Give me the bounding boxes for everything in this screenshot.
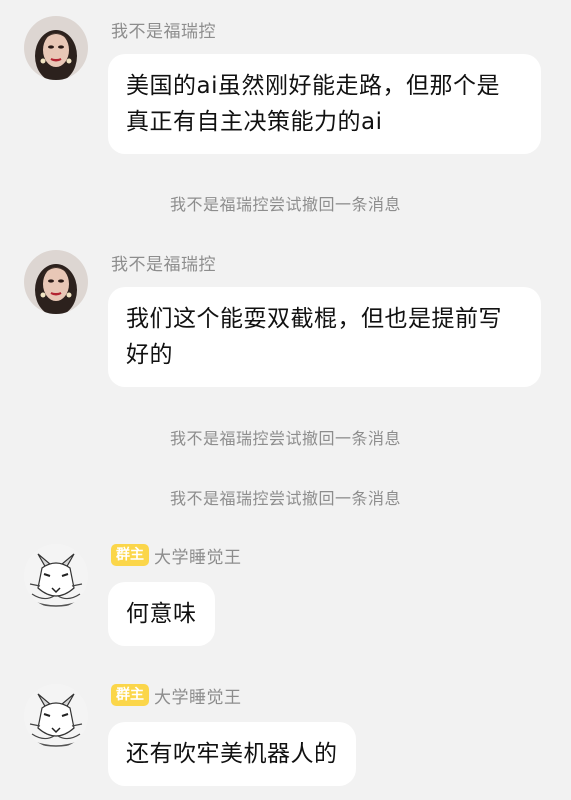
- sender-avatar[interactable]: [24, 16, 88, 80]
- wolf-sketch-avatar-icon: [24, 684, 88, 748]
- message-bubble[interactable]: 还有吹牢美机器人的: [108, 722, 356, 786]
- message-text: 我们这个能耍双截棍，但也是提前写好的: [126, 306, 502, 368]
- recall-notice: 我不是福瑞控尝试撤回一条消息: [169, 195, 401, 214]
- message-bubble[interactable]: 美国的ai虽然刚好能走路，但那个是真正有自主决策能力的ai: [108, 54, 541, 154]
- message-text: 何意味: [126, 601, 197, 627]
- sender-row: 群主 大学睡觉王: [111, 543, 242, 568]
- sender-row: 我不是福瑞控: [111, 17, 216, 42]
- woman-portrait-avatar-icon: [24, 16, 88, 80]
- sender-avatar[interactable]: [24, 250, 88, 314]
- sender-name: 我不是福瑞控: [111, 254, 216, 275]
- message-bubble[interactable]: 何意味: [108, 582, 215, 646]
- sender-name: 大学睡觉王: [154, 687, 242, 708]
- sender-name: 大学睡觉王: [154, 547, 242, 568]
- recall-notice: 我不是福瑞控尝试撤回一条消息: [169, 489, 401, 508]
- message-text: 还有吹牢美机器人的: [126, 741, 338, 767]
- sender-row: 我不是福瑞控: [111, 250, 216, 275]
- message-text: 美国的ai虽然刚好能走路，但那个是真正有自主决策能力的ai: [126, 73, 500, 135]
- woman-portrait-avatar-icon: [24, 250, 88, 314]
- recall-notice: 我不是福瑞控尝试撤回一条消息: [169, 429, 401, 448]
- wolf-sketch-avatar-icon: [24, 544, 88, 608]
- message-bubble[interactable]: 我们这个能耍双截棍，但也是提前写好的: [108, 287, 541, 387]
- sender-row: 群主 大学睡觉王: [111, 683, 242, 708]
- group-owner-badge: 群主: [111, 684, 149, 706]
- sender-avatar[interactable]: [24, 684, 88, 748]
- sender-avatar[interactable]: [24, 544, 88, 608]
- sender-name: 我不是福瑞控: [111, 21, 216, 42]
- group-owner-badge: 群主: [111, 544, 149, 566]
